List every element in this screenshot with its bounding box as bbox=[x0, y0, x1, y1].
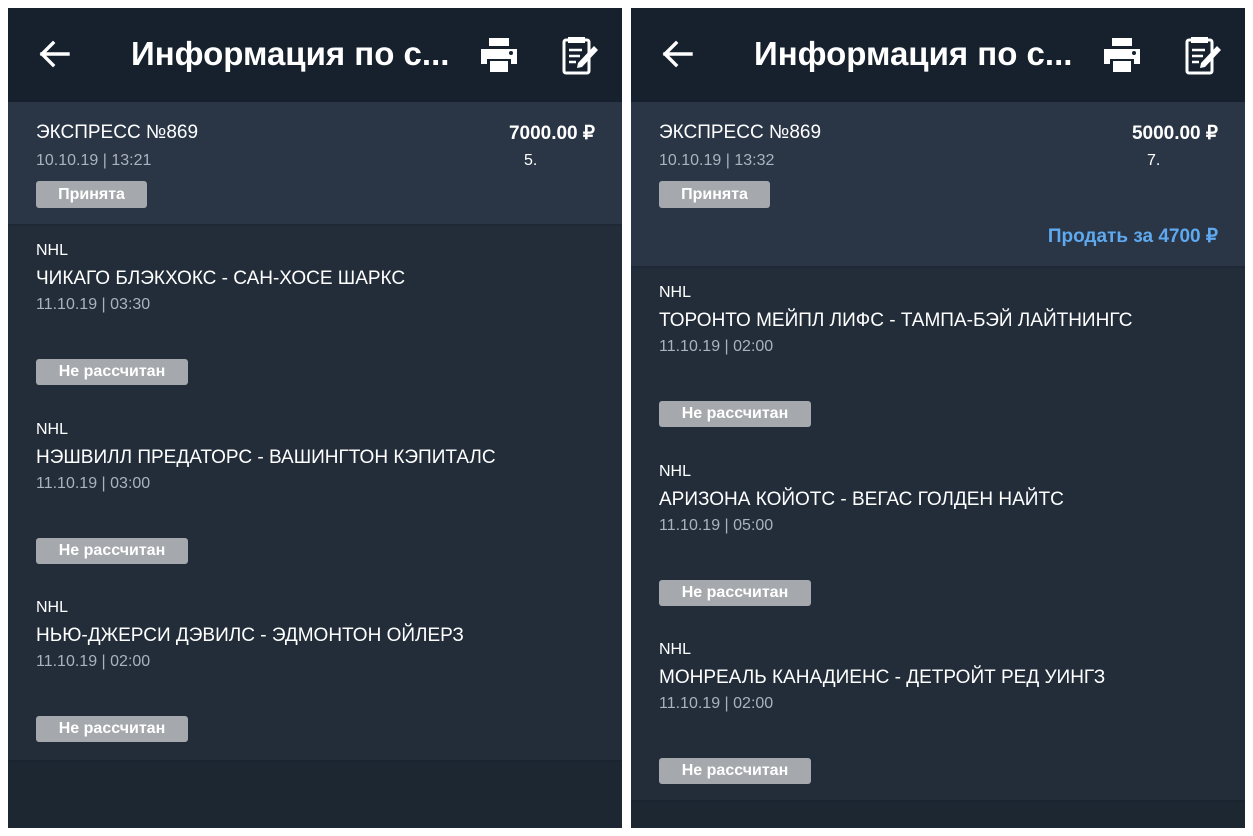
event-league: NHL bbox=[659, 641, 692, 658]
event-status-badge: Не рассчитан bbox=[36, 537, 188, 564]
event-datetime: 11.10.19 | 05:00 bbox=[659, 516, 774, 534]
bet-amount: 5000.00 ₽ bbox=[1131, 123, 1218, 144]
event-datetime: 11.10.19 | 03:30 bbox=[36, 296, 151, 313]
event-status-badge: Не рассчитан bbox=[659, 579, 811, 606]
event-datetime: 11.10.19 | 02:00 bbox=[659, 338, 774, 355]
bet-summary: ЭКСПРЕСС №869 10.10.19 | 13:32 5000.00 ₽… bbox=[631, 102, 1245, 268]
event-match: НЭШВИЛЛ ПРЕДАТОРС - ВАШИНГТОН КЭПИТАЛС bbox=[36, 446, 496, 468]
bet-name: ЭКСПРЕСС №869 bbox=[659, 122, 822, 143]
back-arrow-icon[interactable] bbox=[661, 40, 693, 68]
event-item: NHL МОНРЕАЛЬ КАНАДИЕНС - ДЕТРОЙТ РЕД УИН… bbox=[631, 625, 1245, 804]
bet-summary: ЭКСПРЕСС №869 10.10.19 | 13:21 7000.00 ₽… bbox=[8, 102, 622, 226]
event-item: NHL ТОРОНТО МЕЙПЛ ЛИФС - ТАМПА-БЭЙ ЛАЙТН… bbox=[631, 268, 1245, 447]
event-status-badge: Не рассчитан bbox=[659, 401, 811, 427]
event-item: NHL НЬЮ-ДЖЕРСИ ДЭВИЛС - ЭДМОНТОН ОЙЛЕРЗ … bbox=[8, 583, 622, 762]
back-arrow-icon[interactable] bbox=[38, 40, 70, 68]
event-list: NHL ТОРОНТО МЕЙПЛ ЛИФС - ТАМПА-БЭЙ ЛАЙТН… bbox=[631, 268, 1245, 804]
edit-note-icon[interactable] bbox=[562, 37, 598, 75]
footer-band bbox=[631, 800, 1245, 828]
bet-coefficient: 7. bbox=[1147, 152, 1161, 169]
app-bar: Информация по с... bbox=[8, 8, 622, 102]
event-status-badge: Не рассчитан bbox=[36, 716, 188, 742]
edit-note-icon[interactable] bbox=[1185, 37, 1221, 75]
bet-datetime: 10.10.19 | 13:21 bbox=[36, 152, 152, 169]
bet-coefficient: 5. bbox=[524, 152, 538, 169]
bet-name: ЭКСПРЕСС №869 bbox=[36, 122, 199, 143]
event-match: АРИЗОНА КОЙОТС - ВЕГАС ГОЛДЕН НАЙТС bbox=[659, 488, 1064, 510]
event-item: NHL АРИЗОНА КОЙОТС - ВЕГАС ГОЛДЕН НАЙТС … bbox=[631, 447, 1245, 626]
event-status-badge: Не рассчитан bbox=[36, 359, 188, 385]
event-match: НЬЮ-ДЖЕРСИ ДЭВИЛС - ЭДМОНТОН ОЙЛЕРЗ bbox=[36, 625, 464, 646]
event-datetime: 11.10.19 | 03:00 bbox=[36, 474, 151, 492]
sell-bet-button[interactable]: Продать за 4700 ₽ bbox=[1048, 225, 1218, 248]
event-list: NHL ЧИКАГО БЛЭКХОКС - САН-ХОСЕ ШАРКС 11.… bbox=[8, 226, 622, 762]
event-match: МОНРЕАЛЬ КАНАДИЕНС - ДЕТРОЙТ РЕД УИНГЗ bbox=[659, 667, 1106, 688]
event-datetime: 11.10.19 | 02:00 bbox=[36, 653, 151, 670]
bet-datetime: 10.10.19 | 13:32 bbox=[659, 152, 775, 169]
event-item: NHL НЭШВИЛЛ ПРЕДАТОРС - ВАШИНГТОН КЭПИТА… bbox=[8, 405, 622, 584]
event-league: NHL bbox=[36, 242, 69, 259]
event-status-badge: Не рассчитан bbox=[659, 758, 811, 784]
event-league: NHL bbox=[36, 599, 69, 616]
event-item: NHL ЧИКАГО БЛЭКХОКС - САН-ХОСЕ ШАРКС 11.… bbox=[8, 226, 622, 405]
event-league: NHL bbox=[659, 462, 692, 480]
event-match: ТОРОНТО МЕЙПЛ ЛИФС - ТАМПА-БЭЙ ЛАЙТНИНГС bbox=[659, 310, 1133, 331]
page-title: Информация по с... bbox=[754, 35, 1073, 72]
event-datetime: 11.10.19 | 02:00 bbox=[659, 695, 774, 712]
page-title: Информация по с... bbox=[131, 35, 450, 72]
app-bar: Информация по с... bbox=[631, 8, 1245, 102]
printer-icon[interactable] bbox=[1103, 37, 1141, 73]
printer-icon[interactable] bbox=[480, 37, 518, 73]
status-badge: Принята bbox=[659, 181, 770, 208]
bet-details-screen-left: Информация по с... ЭКСПРЕСС №869 10.10.1… bbox=[8, 8, 622, 828]
event-league: NHL bbox=[659, 284, 692, 301]
footer-band bbox=[8, 760, 622, 828]
bet-amount: 7000.00 ₽ bbox=[508, 123, 595, 144]
bet-details-screen-right: Информация по с... ЭКСПРЕСС №869 10.10.1… bbox=[631, 8, 1245, 828]
event-league: NHL bbox=[36, 420, 69, 438]
status-badge: Принята bbox=[36, 181, 147, 208]
event-match: ЧИКАГО БЛЭКХОКС - САН-ХОСЕ ШАРКС bbox=[36, 268, 406, 289]
